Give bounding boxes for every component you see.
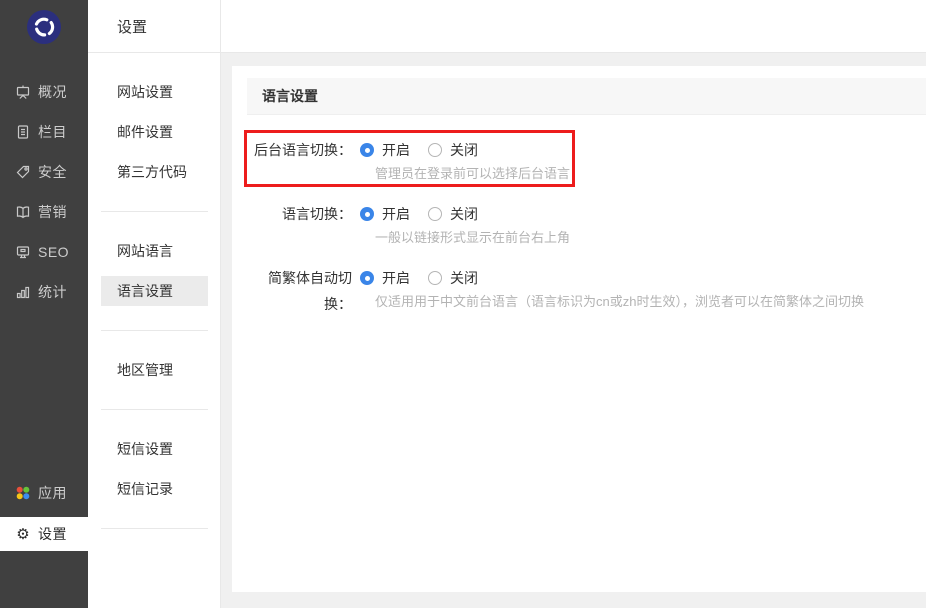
radio-unselected-icon[interactable] (428, 207, 442, 221)
field-control: 开启 关闭 一般以链接形式显示在前台右上角 (360, 201, 570, 249)
radio-on-label: 开启 (382, 142, 410, 158)
form-row-simplified-traditional-switch: 简繁体自动切换： 开启 关闭 仅适用用于中文前台语言（语言标识为cn或zh时生效… (232, 265, 926, 317)
field-hint: 一般以链接形式显示在前台右上角 (375, 230, 571, 245)
sidebar-item-apps[interactable]: 应用 (0, 473, 88, 513)
sidebar-item-seo[interactable]: SEO (0, 232, 88, 272)
field-control: 开启 关闭 管理员在登录前可以选择后台语言 (360, 137, 570, 185)
sidebar-item-columns[interactable]: 栏目 (0, 112, 88, 152)
submenu-group-sms: 短信设置 短信记录 (88, 410, 220, 528)
gear-icon: ⚙ (16, 525, 30, 543)
submenu-item-language-settings-active[interactable]: 语言设置 (101, 276, 208, 306)
submenu-item-site-settings[interactable]: 网站设置 (88, 72, 220, 112)
radio-off[interactable]: 关闭 (428, 268, 478, 288)
submenu-item-sms-settings[interactable]: 短信设置 (88, 429, 220, 469)
radio-off-label: 关闭 (450, 206, 478, 222)
radio-on[interactable]: 开启 (360, 140, 410, 160)
stats-bars-icon (15, 284, 31, 300)
sidebar-item-label: 营销 (38, 204, 67, 220)
radio-selected-icon[interactable] (360, 143, 374, 157)
radio-off[interactable]: 关闭 (428, 204, 478, 224)
field-label: 后台语言切换： (254, 142, 352, 158)
app-logo[interactable] (0, 0, 88, 56)
sidebar-item-stats[interactable]: 统计 (0, 272, 88, 312)
radio-selected-icon[interactable] (360, 207, 374, 221)
submenu-item-mail-settings[interactable]: 邮件设置 (88, 112, 220, 152)
radio-selected-icon[interactable] (360, 271, 374, 285)
apps-clover-icon (15, 485, 31, 501)
sidebar-item-security[interactable]: 安全 (0, 152, 88, 192)
radio-unselected-icon[interactable] (428, 143, 442, 157)
sidebar-item-marketing[interactable]: 营销 (0, 192, 88, 232)
sidebar-item-label: 统计 (38, 284, 67, 300)
settings-submenu: 网站设置 邮件设置 第三方代码 网站语言 语言设置 地区管理 短信设置 短信记录 (88, 53, 221, 608)
swirl-logo-icon (26, 9, 62, 48)
sidebar-item-overview[interactable]: 概况 (0, 72, 88, 112)
radio-on[interactable]: 开启 (360, 204, 410, 224)
field-hint: 仅适用用于中文前台语言（语言标识为cn或zh时生效），浏览者可以在简繁体之间切换 (375, 294, 864, 309)
field-control: 开启 关闭 仅适用用于中文前台语言（语言标识为cn或zh时生效），浏览者可以在简… (360, 265, 864, 317)
sidebar-item-label: 应用 (38, 485, 67, 501)
field-label: 简繁体自动切换： (268, 270, 352, 312)
topbar: 设置 (88, 0, 926, 53)
submenu-item-sms-records[interactable]: 短信记录 (88, 469, 220, 509)
submenu-title-cell: 设置 (88, 0, 221, 52)
sidebar-item-label: SEO (38, 244, 70, 260)
sidebar-item-label: 设置 (38, 526, 67, 542)
submenu-group-language: 网站语言 语言设置 (88, 212, 220, 330)
content-panel: 语言设置 后台语言切换： 开启 关闭 管理员在登录前可以选择后台语言 语言切换：… (232, 66, 926, 592)
submenu-title: 设置 (117, 18, 148, 36)
seo-monitor-icon (15, 244, 31, 260)
submenu-item-thirdparty-code[interactable]: 第三方代码 (88, 152, 220, 192)
sidebar-item-label: 概况 (38, 84, 67, 100)
submenu-group-site: 网站设置 邮件设置 第三方代码 (88, 53, 220, 211)
marketing-book-icon (15, 204, 31, 220)
field-hint: 管理员在登录前可以选择后台语言 (375, 166, 571, 181)
radio-off[interactable]: 关闭 (428, 140, 478, 160)
left-sidebar: 概况 栏目 安全 营销 SEO 统计 应用 ⚙ 设置 (0, 0, 88, 608)
radio-off-label: 关闭 (450, 142, 478, 158)
sidebar-item-label: 安全 (38, 164, 67, 180)
overview-board-icon (15, 84, 31, 100)
radio-on-label: 开启 (382, 270, 410, 286)
sidebar-menu: 概况 栏目 安全 营销 SEO 统计 (0, 72, 88, 312)
security-tag-icon (15, 164, 31, 180)
form-row-language-switch: 语言切换： 开启 关闭 一般以链接形式显示在前台右上角 (232, 201, 926, 249)
radio-on-label: 开启 (382, 206, 410, 222)
columns-doc-icon (15, 124, 31, 140)
radio-unselected-icon[interactable] (428, 271, 442, 285)
panel-title: 语言设置 (262, 88, 318, 104)
divider (101, 528, 208, 529)
submenu-item-site-language[interactable]: 网站语言 (88, 231, 220, 271)
form-row-backend-language-switch: 后台语言切换： 开启 关闭 管理员在登录前可以选择后台语言 (232, 137, 926, 185)
panel-header: 语言设置 (247, 78, 926, 115)
field-label: 语言切换： (282, 206, 352, 222)
radio-on[interactable]: 开启 (360, 268, 410, 288)
language-settings-form: 后台语言切换： 开启 关闭 管理员在登录前可以选择后台语言 语言切换： 开启 关… (232, 115, 926, 317)
sidebar-item-label: 栏目 (38, 124, 67, 140)
radio-off-label: 关闭 (450, 270, 478, 286)
sidebar-item-settings-active[interactable]: ⚙ 设置 (0, 517, 88, 551)
submenu-item-region-manage[interactable]: 地区管理 (88, 350, 220, 390)
submenu-group-region: 地区管理 (88, 331, 220, 409)
